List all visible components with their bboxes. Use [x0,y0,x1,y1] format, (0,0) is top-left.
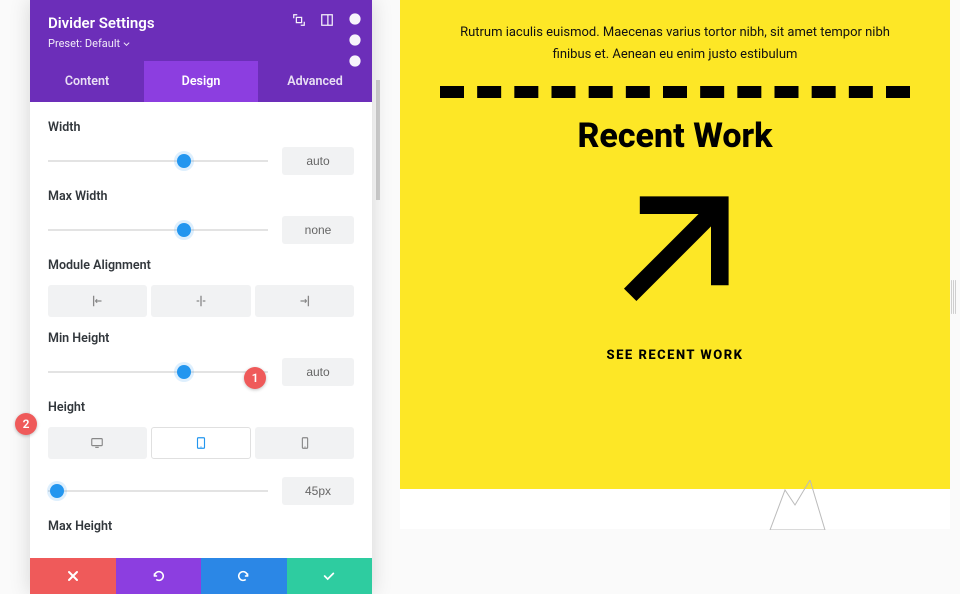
align-left-icon [91,294,105,308]
input-width[interactable] [282,147,354,175]
preview-paragraph: Rutrum iaculis euismod. Maecenas varius … [440,22,910,66]
label-max-height: Max Height [48,519,354,534]
field-width: Width [48,120,354,175]
field-height: Height [48,400,354,505]
check-icon [322,569,336,583]
field-alignment: Module Alignment [48,258,354,317]
tab-bar: Content Design Advanced [30,61,372,102]
tablet-icon [194,436,208,450]
label-alignment: Module Alignment [48,258,354,273]
preset-selector[interactable]: Preset: Default [48,37,130,50]
settings-panel: Divider Settings Preset: Default Content… [30,0,372,594]
tab-advanced[interactable]: Advanced [258,61,372,102]
preset-label: Preset: Default [48,37,120,50]
field-max-height: Max Height [48,519,354,534]
input-max-width[interactable] [282,216,354,244]
arrow-up-right-icon [595,170,755,330]
close-icon [66,569,80,583]
align-right-icon [297,294,311,308]
input-min-height[interactable] [282,358,354,386]
field-min-height: Min Height [48,331,354,386]
label-min-height: Min Height [48,331,354,346]
panel-header: Divider Settings Preset: Default [30,0,372,61]
building-graphic [760,480,830,534]
preview-cta[interactable]: SEE RECENT WORK [607,348,744,363]
annotation-marker-1: 1 [244,367,266,389]
undo-button[interactable] [116,558,202,594]
preview-canvas: Rutrum iaculis euismod. Maecenas varius … [400,0,950,489]
tab-content[interactable]: Content [30,61,144,102]
redo-icon [237,569,251,583]
preview-below-section [400,489,950,529]
resize-handle[interactable] [951,280,956,314]
phone-icon [298,436,312,450]
chevron-down-icon [123,42,130,46]
expand-icon[interactable] [292,12,306,26]
slider-height[interactable] [48,484,268,498]
label-height: Height [48,400,354,415]
tab-design[interactable]: Design [144,61,258,102]
label-width: Width [48,120,354,135]
panel-layout-icon[interactable] [320,12,334,26]
more-icon[interactable] [348,12,362,26]
desktop-icon [90,436,104,450]
annotation-marker-2: 2 [15,413,37,435]
cancel-button[interactable] [30,558,116,594]
panel-body: Width Max Width Module Alignment [30,102,372,558]
slider-width[interactable] [48,154,268,168]
slider-max-width[interactable] [48,223,268,237]
panel-footer [30,558,372,594]
device-tablet-button[interactable] [151,427,252,459]
align-center-button[interactable] [151,285,250,317]
field-max-width: Max Width [48,189,354,244]
preview-heading: Recent Work [577,116,772,156]
device-desktop-button[interactable] [48,427,147,459]
undo-icon [151,569,165,583]
slider-min-height[interactable] [48,365,268,379]
label-max-width: Max Width [48,189,354,204]
divider-element[interactable] [440,86,910,98]
align-right-button[interactable] [255,285,354,317]
device-phone-button[interactable] [255,427,354,459]
redo-button[interactable] [201,558,287,594]
input-height[interactable] [282,477,354,505]
align-center-icon [194,294,208,308]
align-left-button[interactable] [48,285,147,317]
arrow-graphic [595,170,755,334]
preview-scroll-indicator [376,80,380,200]
save-button[interactable] [287,558,373,594]
